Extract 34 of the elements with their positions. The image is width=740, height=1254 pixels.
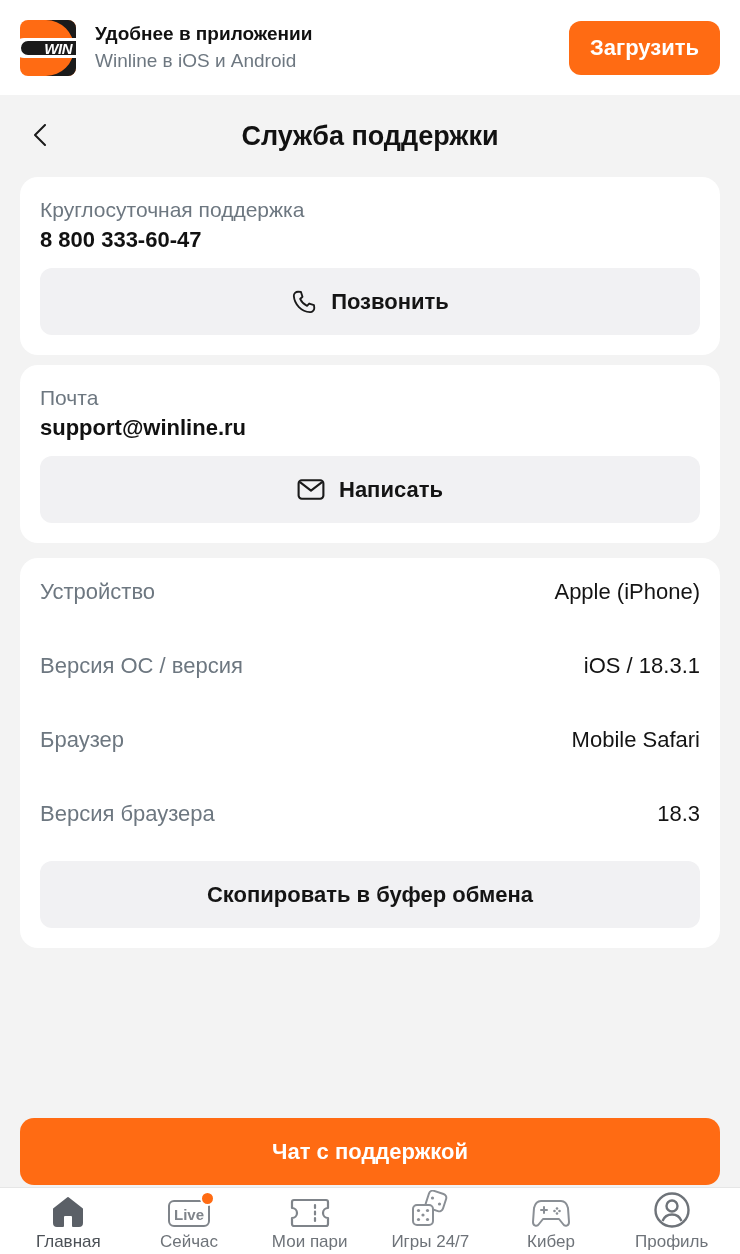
chat-button[interactable]: Чат с поддержкой xyxy=(20,1118,720,1185)
info-value: Mobile Safari xyxy=(571,727,700,753)
download-button[interactable]: Загрузить xyxy=(569,20,720,75)
info-label: Версия браузера xyxy=(40,801,215,827)
ticket-icon xyxy=(289,1198,330,1228)
nav-tab[interactable]: Главная xyxy=(8,1188,129,1254)
info-value: Apple (iPhone) xyxy=(554,579,700,605)
info-label: Браузер xyxy=(40,727,124,753)
app-logo: WIN xyxy=(20,19,76,76)
banner-title: Удобнее в приложении xyxy=(95,23,314,45)
info-label: Версия ОС / версия xyxy=(40,653,243,679)
nav-tab[interactable]: Игры 24/7 xyxy=(370,1188,491,1254)
call-button[interactable]: Позвонить xyxy=(40,268,700,335)
mail-icon xyxy=(297,479,325,500)
home-icon xyxy=(52,1196,85,1228)
page-title: Служба поддержки xyxy=(241,120,499,152)
write-button[interactable]: Написать xyxy=(40,456,700,523)
nav-tab[interactable]: Профиль xyxy=(611,1188,733,1254)
copy-button[interactable]: Скопировать в буфер обмена xyxy=(40,861,700,928)
nav-tab[interactable]: Кибер xyxy=(490,1188,612,1254)
contact-label: Почта xyxy=(40,385,100,411)
contact-value: 8 800 333-60-47 xyxy=(40,226,203,254)
banner-subtitle: Winline в iOS и Android xyxy=(95,50,298,72)
nav-tab[interactable]: Мои пари xyxy=(249,1188,370,1254)
contact-label: Круглосуточная поддержка xyxy=(40,197,306,223)
contact-value: support@winline.ru xyxy=(40,414,247,442)
gamepad-icon xyxy=(532,1198,570,1228)
info-value: 18.3 xyxy=(657,801,700,827)
nav-tab[interactable]: Live Сейчас xyxy=(128,1188,250,1254)
info-value: iOS / 18.3.1 xyxy=(583,653,700,679)
info-label: Устройство xyxy=(40,579,156,605)
profile-icon xyxy=(653,1192,690,1228)
back-icon[interactable] xyxy=(34,124,46,146)
phone-icon xyxy=(291,288,318,315)
